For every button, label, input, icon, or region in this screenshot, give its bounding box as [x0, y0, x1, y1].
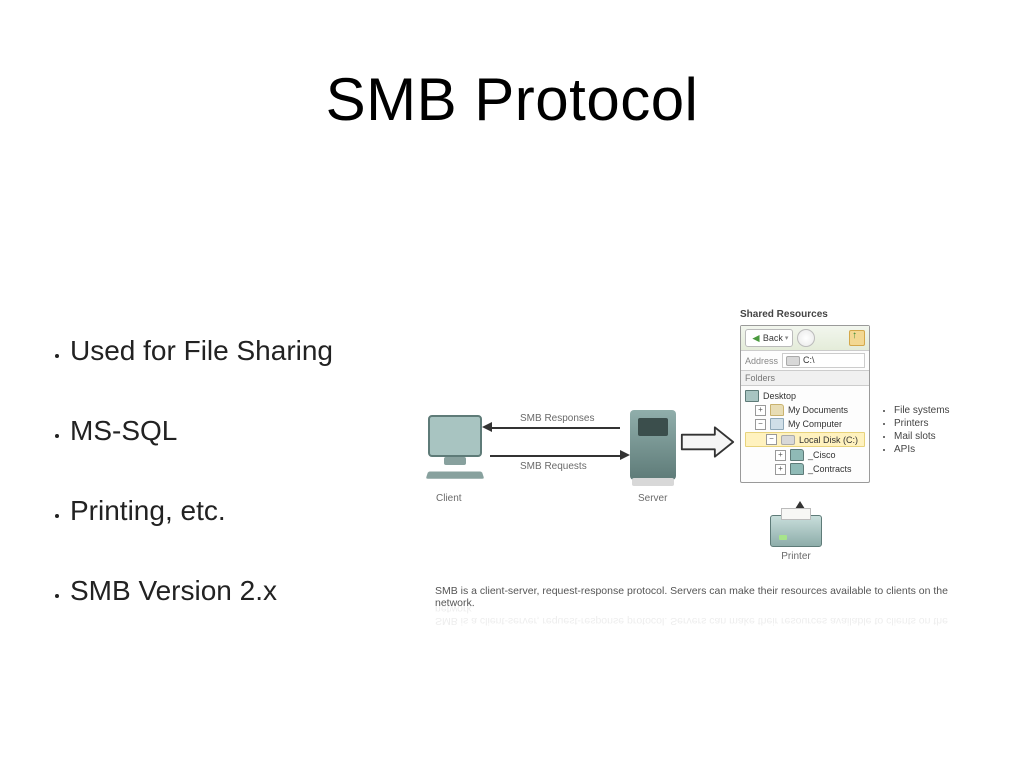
tree-item-my-computer[interactable]: − My Computer [745, 417, 865, 431]
desktop-icon [745, 390, 759, 402]
chevron-down-icon: ▾ [785, 334, 789, 342]
computer-icon [770, 418, 784, 430]
responses-arrow [490, 427, 620, 429]
slide-title: SMB Protocol [0, 65, 1024, 134]
tree-item-desktop[interactable]: Desktop [745, 389, 865, 403]
folder-tree: Desktop + My Documents − My Computer − L… [741, 386, 869, 482]
server-icon [630, 410, 676, 480]
folders-header: Folders [741, 371, 869, 386]
requests-label: SMB Requests [520, 461, 587, 472]
shared-resources-label: Shared Resources [740, 309, 828, 320]
disk-icon [786, 356, 800, 366]
bullet-item: Used for File Sharing [70, 335, 400, 367]
back-label: Back [763, 333, 783, 343]
collapse-icon[interactable]: − [766, 434, 777, 445]
server-label: Server [638, 493, 667, 504]
printer-icon [770, 515, 822, 547]
back-arrow-icon: ◄ [750, 331, 762, 345]
bullet-item: MS-SQL [70, 415, 400, 447]
responses-label: SMB Responses [520, 413, 594, 424]
bullet-list: Used for File Sharing MS-SQL Printing, e… [40, 335, 400, 655]
resources-list: File systems Printers Mail slots APIs [880, 405, 950, 457]
smb-diagram: Shared Resources Client Server SMB Respo… [420, 315, 980, 635]
documents-icon [770, 404, 784, 416]
address-label: Address [745, 356, 778, 366]
diagram-caption-reflection: SMB is a client-server, request-response… [435, 603, 965, 627]
expand-icon[interactable]: + [775, 464, 786, 475]
arrow-head-icon [482, 422, 492, 432]
resource-item: Printers [894, 418, 950, 429]
address-field[interactable]: C:\ [782, 353, 865, 368]
resource-item: APIs [894, 444, 950, 455]
arrow-head-icon [620, 450, 630, 460]
tree-item-contracts[interactable]: + _Contracts [745, 462, 865, 476]
explorer-panel: ◄ Back ▾ Address C:\ Folders Desktop + M… [740, 325, 870, 483]
expand-icon[interactable]: + [775, 450, 786, 461]
tree-item-cisco[interactable]: + _Cisco [745, 448, 865, 462]
bullet-item: SMB Version 2.x [70, 575, 400, 607]
up-folder-icon[interactable] [849, 330, 865, 346]
printer-label: Printer [770, 551, 822, 562]
requests-arrow [490, 455, 620, 457]
tree-item-my-documents[interactable]: + My Documents [745, 403, 865, 417]
disk-icon [781, 435, 795, 445]
printer-box: Printer [770, 515, 822, 562]
collapse-icon[interactable]: − [755, 419, 766, 430]
expand-icon[interactable]: + [755, 405, 766, 416]
client-icon [420, 415, 490, 485]
forward-button[interactable] [797, 329, 815, 347]
explorer-toolbar: ◄ Back ▾ [741, 326, 869, 351]
resource-item: Mail slots [894, 431, 950, 442]
address-bar: Address C:\ [741, 351, 869, 371]
bullet-item: Printing, etc. [70, 495, 400, 527]
resource-item: File systems [894, 405, 950, 416]
folder-icon [790, 463, 804, 475]
client-label: Client [436, 493, 462, 504]
back-button[interactable]: ◄ Back ▾ [745, 329, 793, 347]
folder-icon [790, 449, 804, 461]
tree-item-local-disk[interactable]: − Local Disk (C:) [745, 432, 865, 447]
big-arrow-icon [680, 425, 735, 459]
